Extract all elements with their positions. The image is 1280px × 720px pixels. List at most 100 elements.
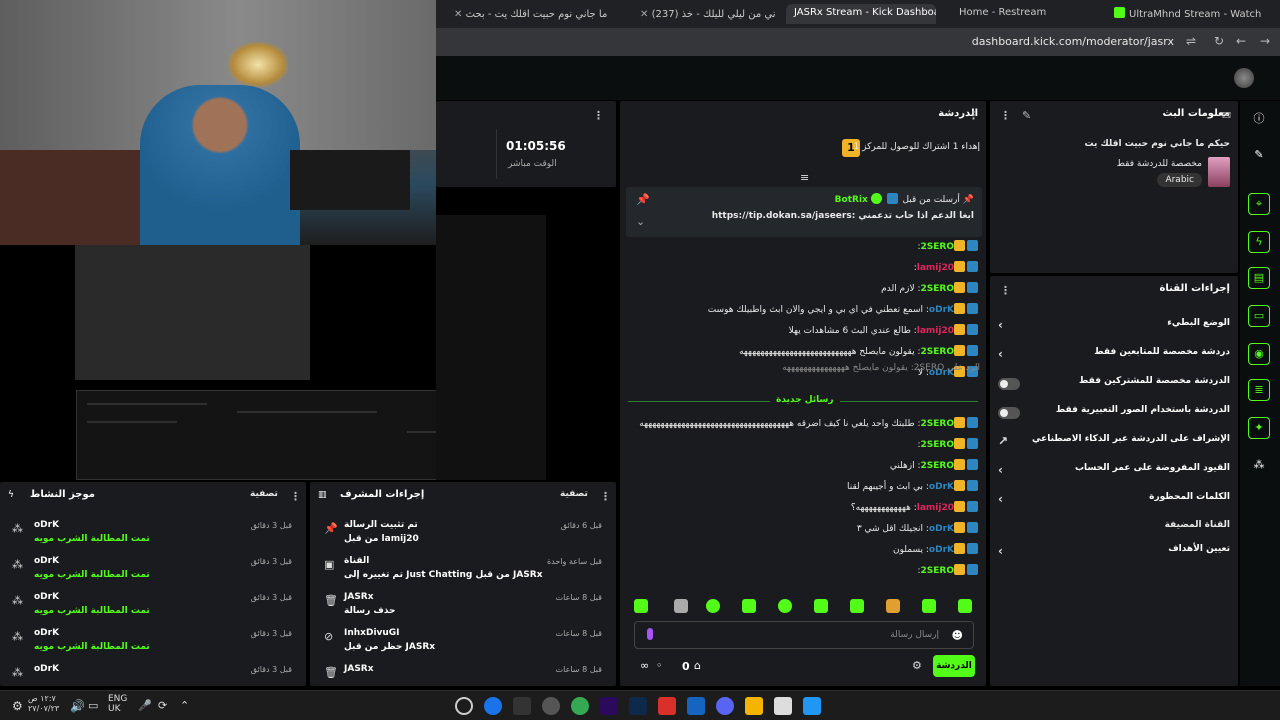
chat-message[interactable]: 2SERO: طلبتك واحد يلعي نا كيف اضرقه هههه… xyxy=(620,417,980,437)
chat-menu-icon[interactable]: ⋮ xyxy=(968,109,979,122)
chat-message[interactable]: oDrK: بي ابث و أجيبهم لقنا xyxy=(620,480,980,500)
chat-username[interactable]: 2SERO xyxy=(921,347,954,357)
app-icon-2[interactable] xyxy=(513,697,531,715)
info-menu-icon[interactable]: ⋮ xyxy=(1000,109,1011,122)
chat-message[interactable]: oDrK: اسمع تعطني في اي بي و ايجي والان ا… xyxy=(620,303,980,323)
emote-icon[interactable] xyxy=(778,599,792,613)
tune-icon[interactable]: ⇌ xyxy=(1186,34,1196,48)
chrome-icon[interactable] xyxy=(571,697,589,715)
file-explorer-icon[interactable] xyxy=(745,697,763,715)
store-icon[interactable] xyxy=(774,697,792,715)
chat-username[interactable]: 2SERO xyxy=(921,566,954,576)
activity-entry[interactable]: ⁂ oDrK تمت المطالبة الشرب مويه قبل 3 دقائق xyxy=(8,626,298,662)
category-thumbnail[interactable] xyxy=(1208,157,1230,187)
tab-youtube[interactable]: ✕ (237) خذني من ليلي لليلك - خذ... xyxy=(626,4,776,24)
chat-message[interactable]: 2SERO: لازم الدم xyxy=(620,282,980,302)
chat-message[interactable]: lamij20: طالع عندي البث 6 مشاهدات يهلا xyxy=(620,324,980,344)
tab-kick-dashboard[interactable]: JASRx Stream - Kick Dashboard xyxy=(786,4,936,24)
settings-tray-icon[interactable]: ⚙ xyxy=(12,699,23,713)
chat-message[interactable]: 2SERO: xyxy=(620,564,980,584)
activity-user[interactable]: oDrK xyxy=(34,664,59,674)
photoshop-icon[interactable] xyxy=(629,697,647,715)
settings-app-icon[interactable] xyxy=(542,697,560,715)
chat-message[interactable]: 2SERO: يقولون مايصلح ههههههههههههههههههه… xyxy=(620,345,980,365)
focus-icon[interactable]: ⌖ xyxy=(1248,193,1270,215)
app-icon-1[interactable] xyxy=(455,697,473,715)
activity-entry[interactable]: ⁂ oDrK تمت المطالبة الشرب مويه قبل 3 دقائق xyxy=(8,590,298,626)
channel-action-row[interactable]: القيود المفروضة على عمر الحساب › xyxy=(998,463,1230,483)
collapse-icon[interactable]: ≡ xyxy=(800,171,809,184)
stream-category[interactable]: مخصصة للدردشة فقط xyxy=(1117,159,1202,169)
chat-username[interactable]: 2SERO xyxy=(921,461,954,471)
chevron-down-icon[interactable]: ⌄ xyxy=(636,215,645,228)
activity-user[interactable]: oDrK xyxy=(34,628,59,638)
mod-action-entry[interactable]: ⊘ InhxDivuGI حظر من قبل JASRx قبل 8 ساعات xyxy=(318,626,608,662)
info-icon[interactable]: ⓘ xyxy=(1248,109,1270,131)
chat-bubble-icon[interactable]: ▭ xyxy=(1248,305,1270,327)
channel-action-row[interactable]: الكلمات المحظورة › xyxy=(998,492,1230,512)
discord-icon[interactable] xyxy=(716,697,734,715)
address-bar[interactable]: dashboard.kick.com/moderator/jasrx ⇌ ↻ ←… xyxy=(436,28,1280,56)
channel-action-row[interactable]: الوضع البطيء › xyxy=(998,318,1230,338)
emote-icon[interactable] xyxy=(922,599,936,613)
back-icon[interactable]: ← xyxy=(1236,34,1246,48)
chevron-up-icon[interactable]: ⌃ xyxy=(180,699,189,712)
mod-menu-icon[interactable]: ⋮ xyxy=(600,490,611,503)
volume-icon[interactable]: 🔊 xyxy=(70,699,85,713)
lightning-icon[interactable]: ϟ xyxy=(1248,231,1270,253)
chat-username[interactable]: lamij20 xyxy=(917,326,954,336)
chrome-active-icon[interactable] xyxy=(484,697,502,715)
url-text[interactable]: dashboard.kick.com/moderator/jasrx xyxy=(972,35,1174,48)
emote-icon[interactable] xyxy=(850,599,864,613)
forward-icon[interactable]: → xyxy=(1260,34,1270,48)
mod-filter-button[interactable]: تصفية xyxy=(560,489,588,499)
outlook-icon[interactable] xyxy=(687,697,705,715)
windows-icon[interactable] xyxy=(803,697,821,715)
emote-mode-icon[interactable]: ◦ xyxy=(656,659,663,672)
chat-message[interactable]: 2SERO: xyxy=(620,240,980,260)
chat-username[interactable]: oDrK xyxy=(929,545,954,555)
chat-username[interactable]: 2SERO xyxy=(921,284,954,294)
pen-icon[interactable]: ✎ xyxy=(1248,145,1270,167)
layers-icon[interactable]: ≣ xyxy=(1248,379,1270,401)
infinity-icon[interactable]: ∞ xyxy=(640,659,649,672)
chat-message[interactable]: 2SERO: xyxy=(620,438,980,458)
chat-username[interactable]: 2SERO xyxy=(921,440,954,450)
app-icon-3[interactable] xyxy=(658,697,676,715)
mod-action-entry[interactable]: 📌 تم تثبيت الرسالة من قبل lamij20 قبل 6 دقا… xyxy=(318,518,608,554)
activity-filter-button[interactable]: تصفية xyxy=(250,489,278,499)
chat-username[interactable]: oDrK xyxy=(929,482,954,492)
activity-user[interactable]: oDrK xyxy=(34,556,59,566)
reload-icon[interactable]: ↻ xyxy=(1214,34,1224,48)
document-icon[interactable]: ▤ xyxy=(1248,267,1270,289)
activity-user[interactable]: oDrK xyxy=(34,520,59,530)
emote-icon[interactable] xyxy=(958,599,972,613)
more-icon[interactable]: ⋮ xyxy=(593,109,604,122)
toggle-switch[interactable] xyxy=(998,407,1020,419)
sync-icon[interactable]: ⟳ xyxy=(158,699,167,712)
tab-ultramhnd[interactable]: UltraMhnd Stream - Watch xyxy=(1106,4,1276,24)
emoji-icon[interactable]: ☻ xyxy=(952,629,963,642)
chat-username[interactable]: lamij20 xyxy=(917,503,954,513)
channel-action-row[interactable]: الإشراف على الدردشة عبر الذكاء الاصطناعي… xyxy=(998,434,1230,454)
settings-icon[interactable]: ⚙ xyxy=(912,659,922,672)
tab-restream[interactable]: Home - Restream xyxy=(951,4,1101,24)
chat-username[interactable]: 2SERO xyxy=(921,242,954,252)
chat-username[interactable]: oDrK xyxy=(929,524,954,534)
emote-icon[interactable] xyxy=(634,599,648,613)
activity-entry[interactable]: ⁂ oDrK تمت المطالبة الشرب مويه قبل 3 دقائق xyxy=(8,554,298,590)
mic-icon[interactable]: 🎤 xyxy=(138,699,152,712)
tool-icon[interactable]: ✦ xyxy=(1248,417,1270,439)
chat-message[interactable]: 2SERO: ازهلني xyxy=(620,459,980,479)
chat-username[interactable]: lamij20 xyxy=(917,263,954,273)
set-goals-row[interactable]: تعيين الأهداف › xyxy=(998,544,1230,564)
mod-action-entry[interactable]: ▣ القناة تم تغييره إلى Just Chatting من قب… xyxy=(318,554,608,590)
emote-icon[interactable] xyxy=(814,599,828,613)
emote-icon[interactable] xyxy=(886,599,900,613)
channel-action-row[interactable]: دردشة مخصصة للمتابعين فقط › xyxy=(998,347,1230,367)
emote-icon[interactable] xyxy=(706,599,720,613)
chat-username[interactable]: 2SERO xyxy=(921,419,954,429)
chat-message[interactable]: oDrK: انجيلك اقل شي ٣ xyxy=(620,522,980,542)
chat-message[interactable]: lamij20: ههههههههههههه؟ xyxy=(620,501,980,521)
activity-entry[interactable]: ⁂ oDrK تمت المطالبة الشرب مويه قبل 3 دقائق xyxy=(8,518,298,554)
